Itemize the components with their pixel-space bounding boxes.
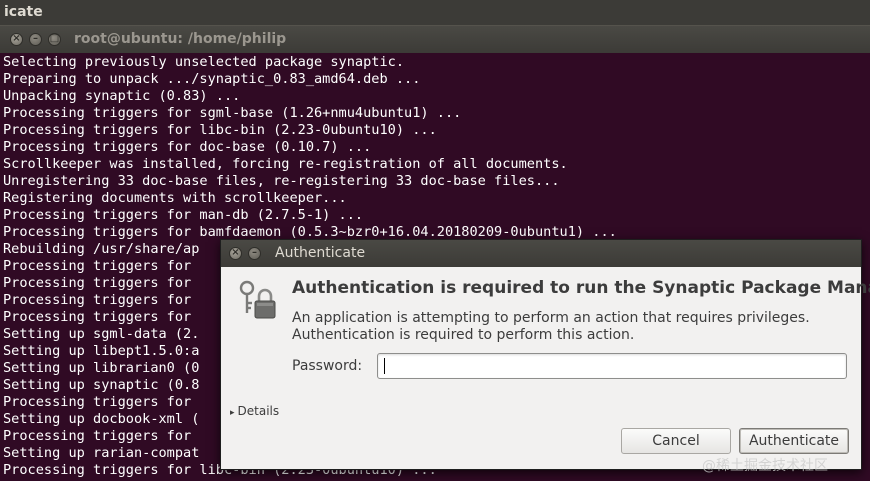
close-window-button[interactable]: × [10,33,23,46]
dialog-heading: Authentication is required to run the Sy… [292,278,870,298]
terminal-line: Registering documents with scrollkeeper.… [3,190,347,206]
dialog-close-button[interactable]: × [229,247,242,260]
terminal-line: Unregistering 33 doc-base files, re-regi… [3,173,560,189]
watermark: @稀土掘金技术社区 [702,458,828,474]
close-icon: × [12,33,21,44]
description-line-2: Authentication is required to perform th… [292,327,635,343]
terminal-line: Processing triggers for [3,428,192,444]
terminal-line: Unpacking synaptic (0.83) ... [3,88,241,104]
terminal-line: Rebuilding /usr/share/ap [3,241,200,257]
cancel-button[interactable]: Cancel [621,428,731,454]
terminal-line: Preparing to unpack .../synaptic_0.83_am… [3,71,421,87]
maximize-window-button[interactable]: □ [48,33,61,46]
top-panel: icate [0,0,870,25]
terminal-titlebar[interactable]: × – □ root@ubuntu: /home/philip [0,25,870,53]
minimize-icon: – [252,247,257,258]
terminal-line: Scrollkeeper was installed, forcing re-r… [3,156,568,172]
active-app-name: icate [4,4,43,20]
dialog-minimize-button[interactable]: – [248,247,261,260]
terminal-line: Setting up libept1.5.0:a [3,343,200,359]
minimize-window-button[interactable]: – [29,33,42,46]
authenticate-dialog[interactable]: × – Authenticate Authentication is requi… [220,239,870,470]
password-label: Password: [292,358,363,374]
terminal-line: Setting up sgml-data (2. [3,326,200,342]
dialog-titlebar[interactable]: × – Authenticate [221,240,861,267]
terminal-line: Processing triggers for man-db (2.7.5-1)… [3,207,364,223]
terminal-line: Processing triggers for [3,394,192,410]
terminal-line: Processing triggers for sgml-base (1.26+… [3,105,462,121]
maximize-icon: □ [49,33,60,44]
expander-arrow-icon: ▸ [230,408,235,418]
terminal-line: Processing triggers for [3,275,192,291]
details-label: Details [237,404,280,418]
lock-key-icon [239,280,276,319]
dialog-body: Authentication is required to run the Sy… [221,267,870,469]
text-caret [384,358,385,374]
terminal-line: Processing triggers for libc-bin (2.23-0… [3,122,437,138]
terminal-line: Processing triggers for [3,292,192,308]
terminal-line: Processing triggers for [3,309,192,325]
dialog-description: An application is attempting to perform … [292,310,852,344]
terminal-line: Selecting previously unselected package … [3,54,405,70]
terminal-line: Setting up rarian-compat [3,445,200,461]
details-expander[interactable]: ▸ Details [230,404,279,418]
terminal-title: root@ubuntu: /home/philip [74,31,287,47]
terminal-line: Setting up docbook-xml ( [3,411,200,427]
terminal-line: Setting up synaptic (0.8 [3,377,200,393]
minimize-icon: – [33,33,38,44]
terminal-line: Setting up librarian0 (0 [3,360,200,376]
dialog-title: Authenticate [275,245,366,261]
password-input[interactable] [377,353,847,379]
close-icon: × [231,247,240,258]
authenticate-button[interactable]: Authenticate [739,428,849,454]
terminal-line: Processing triggers for [3,258,192,274]
terminal-line: Processing triggers for doc-base (0.10.7… [3,139,372,155]
description-line-1: An application is attempting to perform … [292,310,810,326]
